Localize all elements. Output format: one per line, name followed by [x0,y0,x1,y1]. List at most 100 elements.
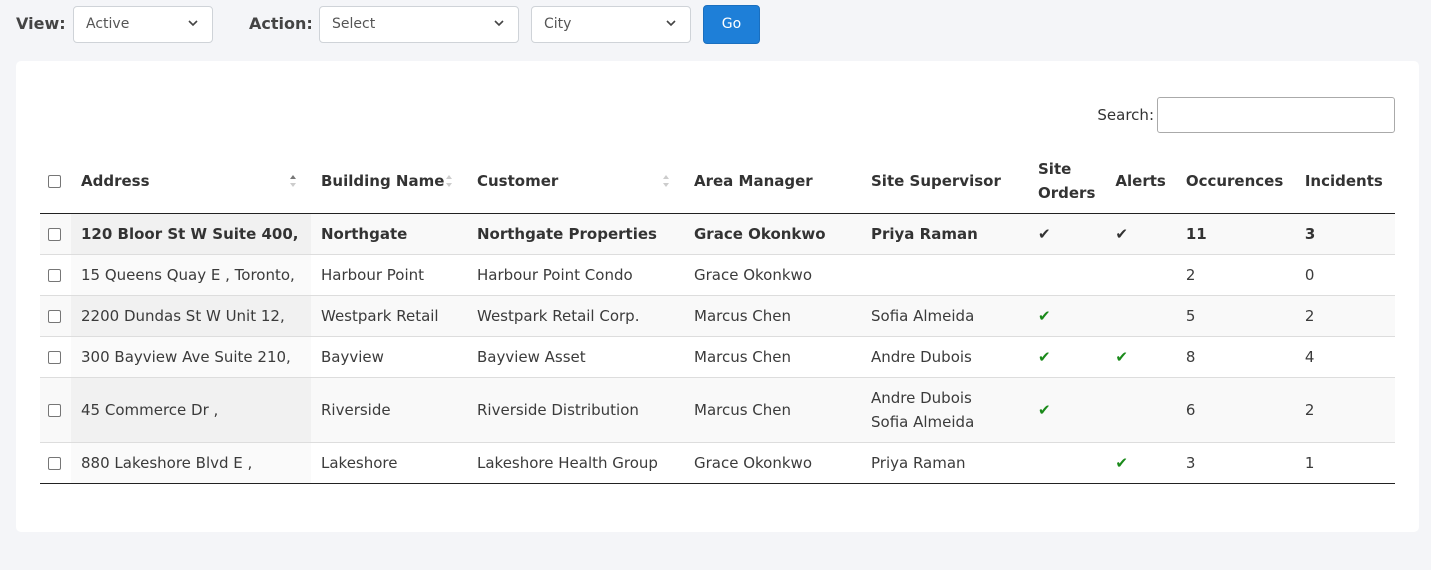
column-header-site-supervisor: Site Supervisor [861,149,1028,214]
cell-address: 880 Lakeshore Blvd E , [71,442,311,484]
cell-area-manager: Marcus Chen [684,336,861,378]
cell-area-manager: Marcus Chen [684,377,861,443]
column-header-customer[interactable]: Customer [467,149,684,214]
table-row[interactable]: 880 Lakeshore Blvd E , Lakeshore Lakeshore… [40,442,1395,484]
cell-occurences-text: 2 [1185,266,1196,284]
row-checkbox[interactable] [48,351,61,364]
view-label: View: [16,14,66,33]
column-header-building-name-label: Building Name [321,172,445,190]
cell-incidents: 0 [1294,254,1395,296]
city-select[interactable]: City [531,6,691,43]
cell-alerts: ✔ [1105,213,1176,255]
cell-occurences: 2 [1175,254,1295,296]
chevron-down-icon [666,20,676,27]
cell-address-text: 880 Lakeshore Blvd E , [81,454,253,472]
cell-incidents: 2 [1294,377,1395,443]
row-checkbox-cell [40,295,71,337]
table-row[interactable]: 15 Queens Quay E , Toronto, Harbour Point… [40,254,1395,296]
cell-area-manager-text: Marcus Chen [694,307,792,325]
cell-occurences: 6 [1175,377,1295,443]
cell-alerts [1105,254,1176,296]
column-header-site-orders-label: Site Orders [1038,160,1096,202]
cell-area-manager: Grace Okonkwo [684,213,861,255]
cell-site-orders-text: ✔ [1038,401,1051,419]
table-row[interactable]: 2200 Dundas St W Unit 12, Westpark Retail… [40,295,1395,337]
cell-building-name-text: Riverside [321,401,391,419]
cell-occurences-text: 8 [1185,348,1196,366]
cell-occurences: 5 [1175,295,1295,337]
cell-area-manager-text: Grace Okonkwo [694,225,826,243]
column-header-address[interactable]: Address [71,149,311,214]
cell-area-manager: Grace Okonkwo [684,254,861,296]
sort-icon [446,175,452,187]
cell-site-supervisor-text: Andre Dubois [871,389,972,407]
cell-building-name: Bayview [311,336,467,378]
row-checkbox[interactable] [48,404,61,417]
sites-table: Address Building Name Customer Area Mana… [40,149,1395,484]
row-checkbox-cell [40,213,71,255]
cell-occurences-text: 5 [1185,307,1196,325]
cell-address: 2200 Dundas St W Unit 12, [71,295,311,337]
cell-customer: Westpark Retail Corp. [467,295,684,337]
cell-customer-text: Riverside Distribution [477,401,639,419]
cell-site-supervisor-text: Sofia Almeida [871,307,975,325]
column-header-customer-label: Customer [477,172,559,190]
select-all-checkbox[interactable] [48,175,61,188]
column-header-building-name[interactable]: Building Name [311,149,467,214]
cell-site-supervisor-text: Andre Dubois [871,348,972,366]
row-checkbox-cell [40,442,71,484]
cell-customer-text: Westpark Retail Corp. [477,307,640,325]
action-select[interactable]: Select [319,6,519,43]
action-select-value: Select [332,16,376,32]
row-checkbox[interactable] [48,228,61,241]
row-checkbox[interactable] [48,310,61,323]
sort-icon [663,175,669,187]
cell-address: 120 Bloor St W Suite 400, [71,213,311,255]
table-row[interactable]: 300 Bayview Ave Suite 210, Bayview Bayview… [40,336,1395,378]
column-header-site-supervisor-label: Site Supervisor [871,172,1001,190]
cell-customer: Riverside Distribution [467,377,684,443]
search-input[interactable] [1157,97,1395,133]
cell-alerts-text: ✔ [1115,225,1128,243]
column-header-occurences-label: Occurences [1185,172,1284,190]
cell-building-name-text: Bayview [321,348,384,366]
results-card: Search: Address Building Name Customer A… [16,61,1419,532]
table-row[interactable]: 45 Commerce Dr , Riverside Riverside Distr… [40,377,1395,443]
go-button[interactable]: Go [703,5,760,44]
cell-incidents: 1 [1294,442,1395,484]
toolbar: View: Active Action: Select City Go [0,0,1431,50]
cell-customer: Harbour Point Condo [467,254,684,296]
cell-site-orders-text: ✔ [1038,225,1051,243]
row-checkbox[interactable] [48,457,61,470]
cell-incidents-text: 2 [1304,401,1315,419]
cell-building-name-text: Harbour Point [321,266,425,284]
cell-area-manager-text: Grace Okonkwo [694,266,813,284]
cell-site-supervisor: Sofia Almeida [861,295,1028,337]
cell-customer-text: Bayview Asset [477,348,586,366]
cell-address: 15 Queens Quay E , Toronto, [71,254,311,296]
row-checkbox[interactable] [48,269,61,282]
cell-incidents: 4 [1294,336,1395,378]
cell-area-manager-text: Marcus Chen [694,401,792,419]
cell-incidents-text: 3 [1304,225,1316,243]
cell-occurences-text: 11 [1185,225,1207,243]
cell-address: 45 Commerce Dr , [71,377,311,443]
cell-customer: Bayview Asset [467,336,684,378]
table-row[interactable]: 120 Bloor St W Suite 400, Northgate Northg… [40,213,1395,255]
cell-address: 300 Bayview Ave Suite 210, [71,336,311,378]
cell-alerts [1105,295,1176,337]
cell-area-manager-text: Marcus Chen [694,348,792,366]
cell-site-orders-text: ✔ [1038,307,1051,325]
column-header-address-label: Address [81,172,150,190]
cell-incidents: 2 [1294,295,1395,337]
cell-customer: Lakeshore Health Group [467,442,684,484]
cell-incidents-text: 4 [1304,348,1315,366]
view-select[interactable]: Active [73,6,213,43]
cell-incidents: 3 [1294,213,1395,255]
search-label: Search: [1097,106,1154,124]
cell-site-orders-text: ✔ [1038,348,1051,366]
cell-customer-text: Harbour Point Condo [477,266,633,284]
cell-building-name-text: Northgate [321,225,408,243]
cell-site-orders: ✔ [1028,377,1106,443]
cell-alerts: ✔ [1105,336,1176,378]
